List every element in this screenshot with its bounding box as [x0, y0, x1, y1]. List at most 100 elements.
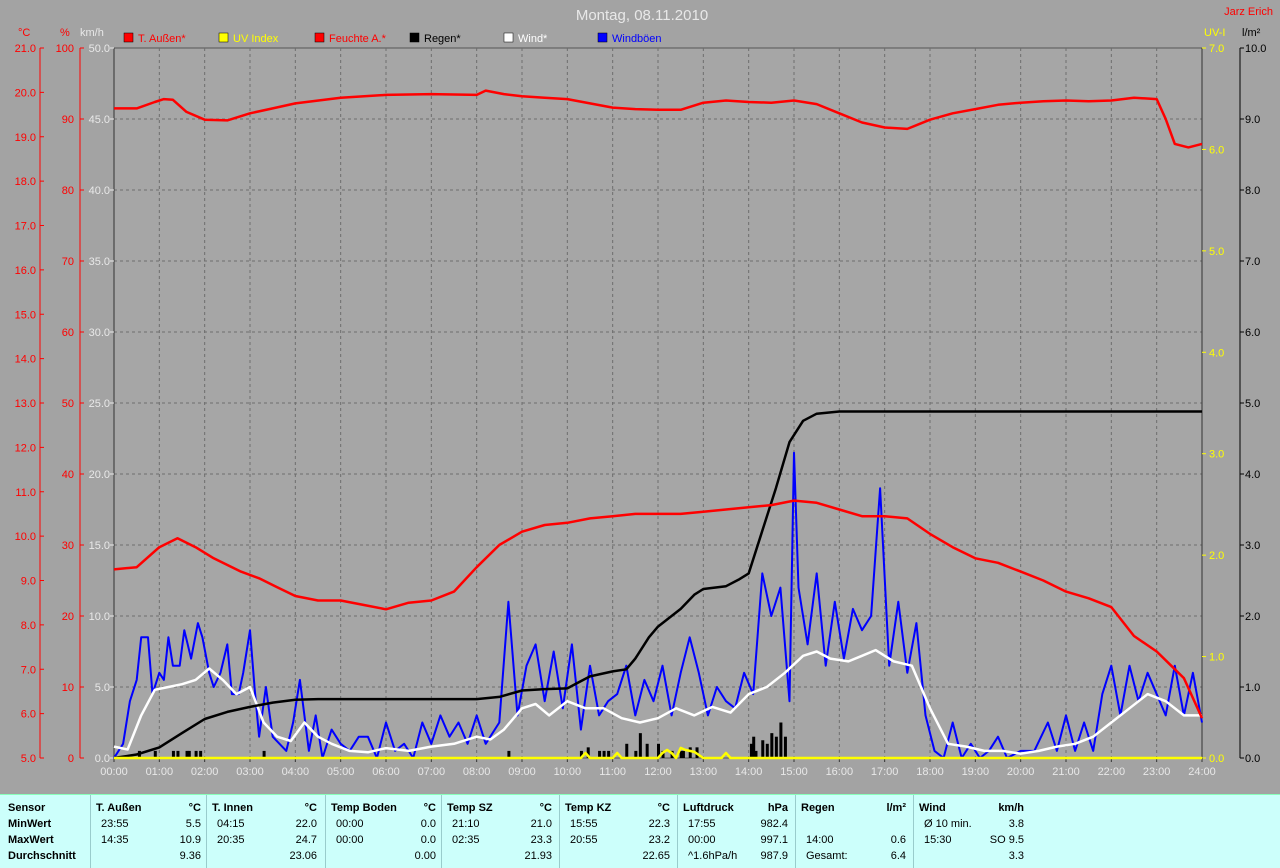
temp-tick-label: 11.0: [15, 487, 36, 499]
stats-max-time: 15:30: [924, 834, 952, 846]
hum-tick-label: 50: [62, 398, 74, 410]
temp-tick-label: 9.0: [21, 576, 36, 588]
uv-tick-label: 4.0: [1209, 347, 1224, 359]
rain-tick-label: 8.0: [1245, 185, 1260, 197]
legend-swatch: [503, 32, 514, 43]
temp-tick-label: 8.0: [21, 620, 36, 632]
time-tick-label: 11:00: [599, 766, 626, 778]
uv-tick-label: 3.0: [1209, 449, 1224, 461]
rain-bar: [770, 733, 774, 758]
stats-max-value: 0.0: [420, 834, 436, 846]
time-tick-label: 16:00: [826, 766, 854, 778]
stats-max-value: 997.1: [760, 834, 788, 846]
rain-tick-label: 10.0: [1245, 43, 1266, 55]
chart-title: Montag, 08.11.2010: [576, 7, 708, 24]
stats-max-value: 24.7: [295, 834, 317, 846]
stats-min-time: Ø 10 min.: [924, 818, 972, 830]
stats-max-value: 10.9: [179, 834, 201, 846]
temp-tick-label: 10.0: [15, 531, 36, 543]
time-tick-label: 03:00: [236, 766, 264, 778]
hum-tick-label: 20: [62, 611, 74, 623]
rain-tick-label: 3.0: [1245, 540, 1260, 552]
temp-tick-label: 6.0: [21, 709, 36, 721]
stats-min-value: 21.0: [530, 818, 552, 830]
rain-bar: [625, 743, 629, 758]
stats-avg-value: 23.06: [289, 850, 317, 862]
time-tick-label: 07:00: [418, 766, 446, 778]
rain-bar: [645, 743, 649, 758]
row-label-avg: Durchschnitt: [8, 850, 76, 862]
rain-tick-label: 0.0: [1245, 753, 1260, 765]
stats-avg-value: 21.93: [524, 850, 552, 862]
legend-swatch: [409, 32, 420, 43]
stats-min-value: 0.0: [420, 818, 436, 830]
temp-tick-label: 5.0: [21, 753, 36, 765]
stats-unit: hPa: [767, 802, 788, 814]
rain-tick-label: 7.0: [1245, 256, 1260, 268]
rain-tick-label: 1.0: [1245, 682, 1260, 694]
uv-tick-label: 6.0: [1209, 144, 1224, 156]
temp-tick-label: 16.0: [15, 265, 36, 277]
time-tick-label: 21:00: [1052, 766, 1080, 778]
temp-tick-label: 21.0: [15, 43, 36, 55]
stats-min-time: 23:55: [101, 818, 129, 830]
legend-swatch: [218, 32, 229, 43]
chart-author: Jarz Erich: [1224, 6, 1273, 18]
time-tick-label: 22:00: [1098, 766, 1126, 778]
stats-sensor-name: T. Innen: [212, 802, 253, 814]
stats-sensor-name: Temp KZ: [565, 802, 612, 814]
time-tick-label: 09:00: [508, 766, 536, 778]
stats-column: Regen l/m² 14:00 0.6 Gesamt: 6.4: [795, 795, 914, 868]
stats-sensor-name: Regen: [801, 802, 835, 814]
stats-min-time: 15:55: [570, 818, 598, 830]
wind-tick-label: 20.0: [89, 469, 110, 481]
rain-bar: [681, 750, 685, 758]
time-tick-label: 10:00: [554, 766, 582, 778]
time-tick-label: 04:00: [282, 766, 310, 778]
time-tick-label: 00:00: [100, 766, 128, 778]
temp-tick-label: 7.0: [21, 664, 36, 676]
rain-bar: [783, 736, 787, 758]
weather-chart: 21.0 20.0 19.0 18.0 17.0 16.0 15.0 14.0 13.0 12.0…: [0, 0, 1280, 794]
hum-tick-label: 100: [56, 43, 74, 55]
stats-min-value: 982.4: [760, 818, 788, 830]
hum-tick-label: 10: [62, 682, 74, 694]
time-tick-label: 08:00: [463, 766, 491, 778]
temp-tick-label: 19.0: [15, 132, 36, 144]
temp-tick-label: 15.0: [15, 309, 36, 321]
hum-tick-label: 40: [62, 469, 74, 481]
uv-tick-label: 0.0: [1209, 753, 1224, 765]
legend-label: Windböen: [612, 33, 662, 45]
stats-min-value: 5.5: [185, 818, 201, 830]
uv-tick-label: 7.0: [1209, 43, 1224, 55]
time-tick-label: 24:00: [1188, 766, 1216, 778]
time-tick-label: 14:00: [735, 766, 763, 778]
stats-avg-label: Gesamt:: [806, 850, 848, 862]
temp-tick-label: 17.0: [15, 221, 36, 233]
hum-tick-label: 90: [62, 114, 74, 126]
stats-unit: °C: [423, 802, 436, 814]
temp-tick-label: 14.0: [15, 354, 36, 366]
hum-unit-label: %: [60, 27, 70, 39]
legend-label: Regen*: [424, 33, 461, 45]
stats-avg-value: 3.3: [1008, 850, 1024, 862]
time-tick-label: 15:00: [780, 766, 808, 778]
legend-label: UV Index: [233, 33, 279, 45]
stats-max-time: 14:00: [806, 834, 834, 846]
stats-sensor-name: Temp Boden: [331, 802, 397, 814]
stats-avg-label: ^1.6hPa/h: [688, 850, 738, 862]
row-label-max: MaxWert: [8, 834, 54, 846]
stats-min-value: 22.0: [295, 818, 317, 830]
rain-tick-label: 4.0: [1245, 469, 1260, 481]
stats-avg-value: 9.36: [179, 850, 201, 862]
stats-unit: °C: [304, 802, 317, 814]
rain-bar: [761, 740, 765, 758]
uv-tick-label: 1.0: [1209, 652, 1224, 664]
stats-min-time: 04:15: [217, 818, 245, 830]
rain-tick-label: 2.0: [1245, 611, 1260, 623]
stats-avg-value: 987.9: [760, 850, 788, 862]
wind-tick-label: 25.0: [89, 398, 110, 410]
wind-tick-label: 5.0: [95, 682, 110, 694]
stats-panel: Sensor MinWert MaxWert Durchschnitt T. A…: [0, 794, 1280, 868]
rain-bar: [779, 722, 783, 758]
